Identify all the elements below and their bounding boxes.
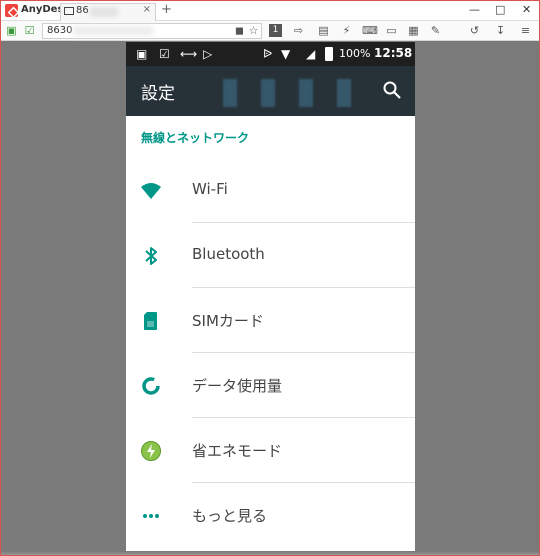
page-title: 設定 bbox=[141, 84, 175, 104]
close-window-button[interactable]: ✕ bbox=[522, 3, 531, 16]
settings-item-label: もっと見る bbox=[192, 507, 268, 525]
redacted-block bbox=[223, 79, 237, 107]
actions-icon[interactable]: ⚡ bbox=[340, 24, 353, 37]
remote-screen[interactable]: ▣ ☑ ⟷ ▷ ᐉ ▼ ◢ 100% 12:58 設定 無線とネットワーク Wi… bbox=[126, 42, 415, 555]
android-status-bar: ▣ ☑ ⟷ ▷ ᐉ ▼ ◢ 100% 12:58 bbox=[126, 42, 415, 66]
switch-sides-icon[interactable]: ⇨ bbox=[292, 24, 305, 37]
wifi-status-icon: ▼ bbox=[281, 47, 291, 61]
settings-app-bar: 設定 bbox=[126, 66, 415, 116]
settings-item-label: 省エネモード bbox=[192, 442, 283, 460]
monitor-icon bbox=[64, 7, 74, 15]
title-bar: AnyDesk 86 × + — □ ✕ bbox=[1, 1, 539, 21]
chat-icon[interactable]: ▤ bbox=[317, 24, 330, 37]
settings-item-label: SIMカード bbox=[192, 312, 264, 330]
sim-card-icon bbox=[144, 312, 157, 330]
settings-item-label: データ使用量 bbox=[192, 377, 283, 395]
desktop-bottom-edge bbox=[1, 551, 539, 555]
redacted-block bbox=[261, 79, 275, 107]
screenshot-icon[interactable]: ▦ bbox=[407, 24, 420, 37]
settings-item-label: Wi-Fi bbox=[192, 180, 228, 198]
settings-list: 無線とネットワーク Wi-Fi Bluetooth SIMカード データ使用量 … bbox=[126, 116, 415, 555]
settings-item-sim[interactable]: SIMカード bbox=[126, 288, 415, 352]
address-field[interactable]: 8630 ◼ ☆ bbox=[42, 23, 262, 39]
redacted-text bbox=[90, 7, 118, 17]
menu-icon[interactable]: ≡ bbox=[519, 24, 532, 37]
whiteboard-pen-icon[interactable]: ✎ bbox=[429, 24, 442, 37]
redacted-text bbox=[73, 26, 153, 36]
connection-status-icon: ▣ bbox=[6, 24, 17, 37]
settings-item-label: Bluetooth bbox=[192, 245, 265, 263]
anydesk-window: AnyDesk 86 × + — □ ✕ ▣ ☑ 8630 ◼ ☆ 1 ⇨ ▤ … bbox=[0, 0, 540, 556]
minimize-button[interactable]: — bbox=[469, 3, 480, 16]
notification-check-icon: ☑ bbox=[159, 47, 170, 61]
battery-icon bbox=[325, 47, 333, 61]
android-app-icon: ▷ bbox=[203, 47, 213, 61]
favorite-star-icon[interactable]: ☆ bbox=[247, 24, 260, 37]
battery-percent: 100% bbox=[339, 47, 371, 60]
tab-close-button[interactable]: × bbox=[143, 4, 151, 15]
battery-saver-icon bbox=[141, 441, 161, 461]
bluetooth-status-icon: ᐉ bbox=[263, 47, 273, 61]
teamviewer-icon: ⟷ bbox=[180, 47, 198, 61]
section-header: 無線とネットワーク bbox=[141, 131, 250, 145]
address-value: 8630 bbox=[47, 25, 73, 36]
clock: 12:58 bbox=[374, 46, 413, 60]
redacted-block bbox=[337, 79, 351, 107]
settings-item-bluetooth[interactable]: Bluetooth bbox=[126, 223, 415, 287]
display-1-button[interactable]: 1 bbox=[269, 24, 282, 37]
maximize-button[interactable]: □ bbox=[495, 3, 505, 16]
bluetooth-icon bbox=[145, 247, 157, 265]
session-tab-label: 86 bbox=[76, 5, 89, 16]
settings-item-data-usage[interactable]: データ使用量 bbox=[126, 353, 415, 417]
signal-icon: ◢ bbox=[306, 47, 316, 61]
wifi-icon bbox=[141, 183, 161, 199]
screen-capture-icon: ▣ bbox=[136, 47, 148, 61]
settings-item-more[interactable]: もっと見る bbox=[126, 483, 415, 547]
toolbar: ▣ ☑ 8630 ◼ ☆ 1 ⇨ ▤ ⚡ ⌨ ▭ ▦ ✎ ↺ ↧ ≡ bbox=[1, 21, 539, 41]
session-tab[interactable]: 86 × bbox=[60, 3, 156, 21]
lock-icon: ◼ bbox=[234, 24, 245, 37]
settings-item-wifi[interactable]: Wi-Fi bbox=[126, 158, 415, 222]
more-dots-icon bbox=[143, 514, 159, 518]
search-icon[interactable] bbox=[382, 80, 402, 100]
keyboard-icon[interactable]: ⌨ bbox=[362, 24, 378, 37]
anydesk-logo-icon bbox=[5, 4, 18, 17]
new-tab-button[interactable]: + bbox=[161, 2, 172, 17]
settings-item-battery-saver[interactable]: 省エネモード bbox=[126, 418, 415, 482]
redacted-block bbox=[299, 79, 313, 107]
data-usage-icon bbox=[142, 377, 160, 395]
download-icon[interactable]: ↧ bbox=[494, 24, 507, 37]
display-icon[interactable]: ▭ bbox=[385, 24, 398, 37]
history-icon[interactable]: ↺ bbox=[468, 24, 481, 37]
chat-status-icon: ☑ bbox=[24, 24, 35, 37]
